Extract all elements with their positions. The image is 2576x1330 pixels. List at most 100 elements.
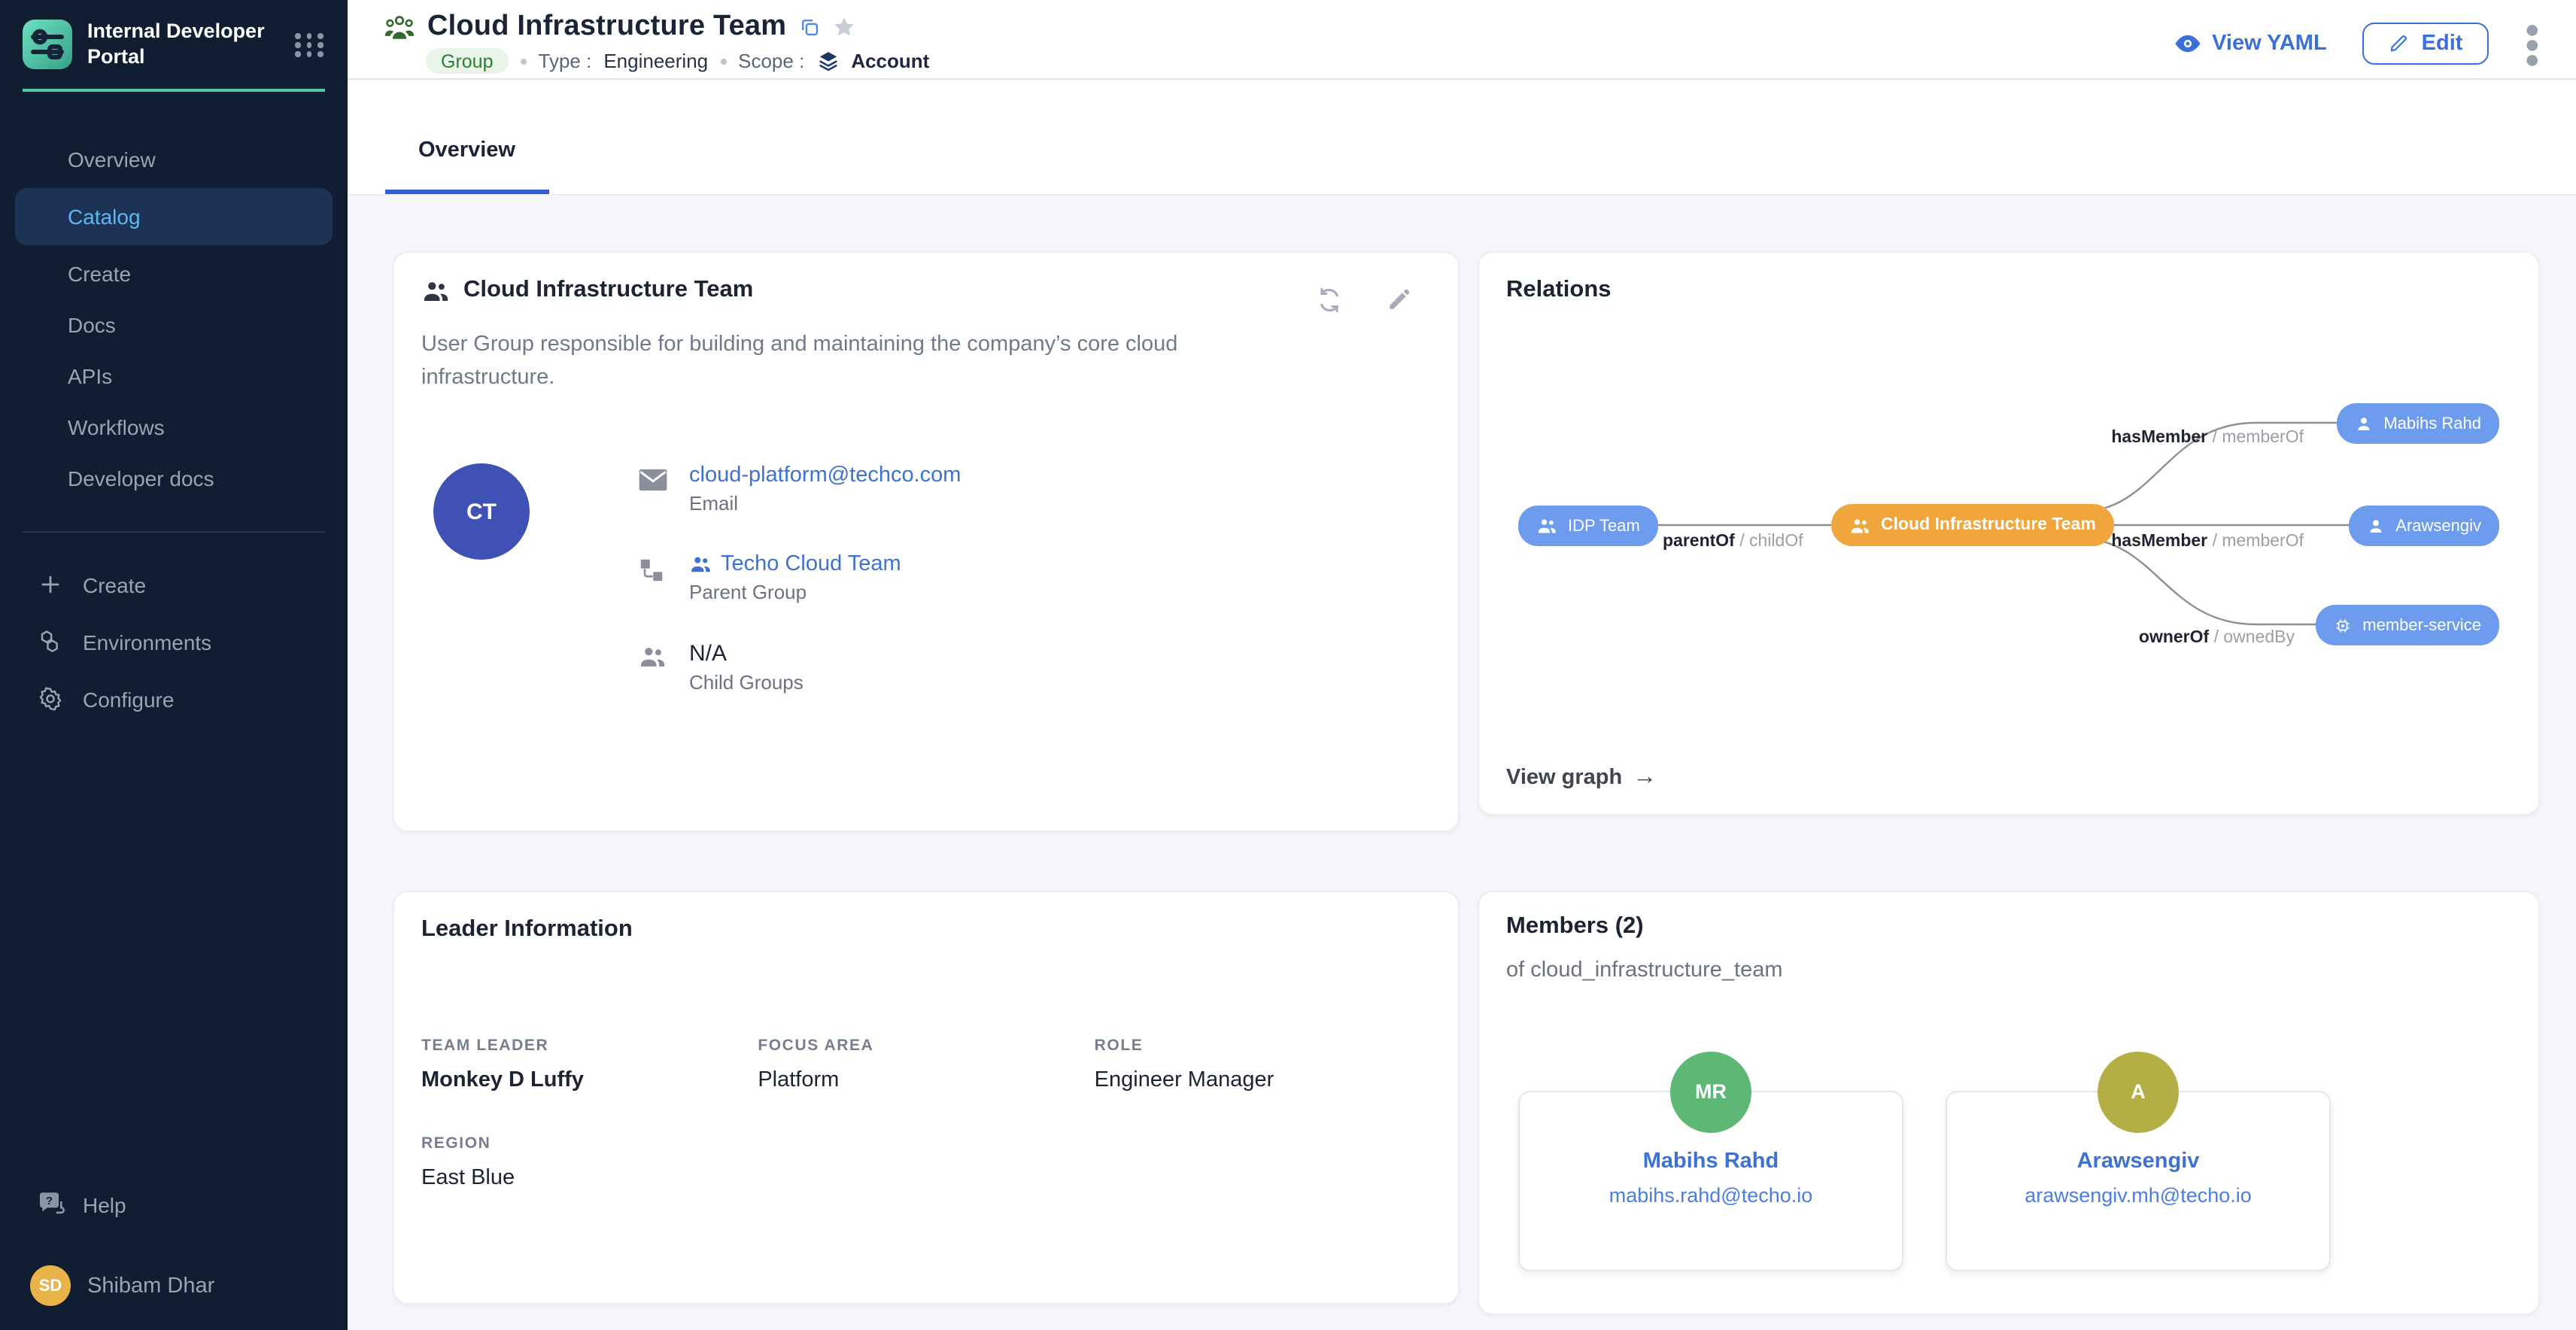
page-header: Cloud Infrastructure Team Group Type :	[348, 0, 2576, 80]
sidebar-accent-rule	[23, 89, 325, 92]
overview-description: User Group responsible for building and …	[421, 328, 1181, 394]
mail-icon	[638, 463, 668, 515]
parent-group-row: Techo Cloud Team Parent Group	[638, 552, 961, 603]
edge-label-hasmember-top: hasMember / memberOf	[2111, 429, 2304, 447]
view-graph-link[interactable]: View graph →	[1506, 766, 1657, 790]
member-name-link[interactable]: Arawsengiv	[2077, 1149, 2200, 1173]
relations-graph: IDP Team Cloud Infrastructure Team Mabih…	[1479, 253, 2540, 815]
app-title: Internal Developer Portal	[87, 20, 280, 71]
arrow-right-icon: →	[1633, 766, 1657, 790]
graph-node-cloud-infrastructure-team[interactable]: Cloud Infrastructure Team	[1831, 504, 2114, 546]
field-role: ROLE Engineer Manager	[1095, 1036, 1431, 1092]
parent-group-label: Parent Group	[689, 581, 901, 603]
graph-node-arawsengiv[interactable]: Arawsengiv	[2349, 506, 2499, 546]
people-icon	[638, 641, 668, 694]
people-icon	[421, 279, 450, 302]
view-yaml-button[interactable]: View YAML	[2174, 32, 2327, 56]
help-button[interactable]: ? Help	[0, 1190, 348, 1220]
member-name-link[interactable]: Mabihs Rahd	[1643, 1149, 1779, 1173]
field-value: Monkey D Luffy	[421, 1067, 758, 1092]
edit-button[interactable]: Edit	[2363, 23, 2489, 65]
member-avatar: A	[2098, 1051, 2179, 1132]
kebab-menu-icon[interactable]: ●●●	[2524, 20, 2540, 69]
sidebar-action-label: Configure	[83, 688, 174, 712]
field-focus-area: FOCUS AREA Platform	[758, 1036, 1094, 1092]
user-menu[interactable]: SD Shibam Dhar	[0, 1265, 348, 1306]
graph-node-label: Cloud Infrastructure Team	[1881, 516, 2096, 534]
view-graph-label: View graph	[1506, 766, 1622, 790]
sidebar-item-create[interactable]: Create	[0, 251, 348, 296]
logo-row: Internal Developer Portal	[0, 0, 348, 86]
type-value: Engineering	[603, 50, 708, 72]
field-label: ROLE	[1095, 1036, 1431, 1054]
graph-node-mabihs-rahd[interactable]: Mabihs Rahd	[2337, 403, 2499, 444]
child-groups-row: N/A Child Groups	[638, 641, 961, 694]
help-label: Help	[83, 1193, 126, 1217]
email-row: cloud-platform@techco.com Email	[638, 463, 961, 515]
plus-icon	[38, 574, 63, 597]
type-label: Type :	[539, 50, 592, 72]
sidebar-divider	[23, 531, 325, 533]
field-value: East Blue	[421, 1165, 758, 1189]
member-email-link[interactable]: arawsengiv.mh@techo.io	[2025, 1183, 2252, 1206]
edge-label-hasmember-mid: hasMember / memberOf	[2111, 533, 2304, 551]
user-name: Shibam Dhar	[87, 1274, 214, 1298]
graph-node-label: Arawsengiv	[2395, 517, 2481, 535]
member-tile[interactable]: A Arawsengiv arawsengiv.mh@techo.io	[1946, 1090, 2331, 1271]
field-region: REGION East Blue	[421, 1134, 758, 1189]
child-groups-value: N/A	[689, 641, 803, 667]
pencil-icon	[2389, 34, 2410, 55]
email-label: Email	[689, 492, 961, 515]
sidebar-item-apis[interactable]: APIs	[0, 354, 348, 399]
leader-card-title: Leader Information	[421, 916, 1431, 943]
field-value: Platform	[758, 1067, 1094, 1092]
layers-icon	[816, 50, 839, 72]
hexagons-icon	[38, 630, 63, 655]
sidebar-nav: Overview Catalog Create Docs APIs Workfl…	[0, 131, 348, 507]
header-actions: View YAML Edit ●●●	[2174, 20, 2540, 69]
graph-node-idp-team[interactable]: IDP Team	[1518, 506, 1658, 546]
graph-node-label: Mabihs Rahd	[2383, 414, 2481, 433]
sidebar-item-workflows[interactable]: Workflows	[0, 405, 348, 450]
tab-bar: Overview	[348, 80, 2576, 196]
edit-pencil-icon[interactable]	[1386, 286, 1413, 314]
field-label: FOCUS AREA	[758, 1036, 1094, 1054]
app-logo-icon	[23, 20, 72, 70]
sidebar-action-configure[interactable]: Configure	[0, 677, 348, 722]
field-value: Engineer Manager	[1095, 1067, 1431, 1092]
sidebar-item-developer-docs[interactable]: Developer docs	[0, 456, 348, 501]
eye-icon	[2174, 34, 2201, 55]
member-email-link[interactable]: mabihs.rahd@techo.io	[1609, 1183, 1813, 1206]
sidebar-item-docs[interactable]: Docs	[0, 302, 348, 348]
svg-text:?: ?	[46, 1195, 53, 1207]
gear-icon	[38, 687, 63, 712]
sidebar-item-overview[interactable]: Overview	[0, 137, 348, 182]
favorite-star-icon[interactable]	[831, 15, 855, 39]
parent-group-link[interactable]: Techo Cloud Team	[721, 552, 901, 576]
sidebar-action-environments[interactable]: Environments	[0, 620, 348, 665]
entity-avatar: CT	[433, 463, 530, 560]
hierarchy-icon	[638, 552, 668, 603]
sidebar-item-catalog[interactable]: Catalog	[15, 188, 333, 245]
copy-icon[interactable]	[798, 17, 819, 38]
leader-info-card: Leader Information TEAM LEADER Monkey D …	[393, 890, 1460, 1304]
field-label: TEAM LEADER	[421, 1036, 758, 1054]
graph-node-member-service[interactable]: member-service	[2316, 605, 2499, 645]
tab-overview[interactable]: Overview	[385, 110, 548, 194]
scope-label: Scope :	[738, 50, 804, 72]
edit-label: Edit	[2422, 32, 2463, 56]
group-entity-icon	[384, 14, 415, 41]
member-tile[interactable]: MR Mabihs Rahd mabihs.rahd@techo.io	[1518, 1090, 1903, 1271]
graph-node-label: IDP Team	[1568, 517, 1640, 535]
apps-grid-icon[interactable]	[295, 33, 325, 56]
edge-label-ownerof: ownerOf / ownedBy	[2139, 629, 2295, 647]
child-groups-label: Child Groups	[689, 671, 803, 694]
email-link[interactable]: cloud-platform@techco.com	[689, 463, 961, 487]
sidebar-action-create[interactable]: Create	[0, 563, 348, 608]
members-card: Members (2) of cloud_infrastructure_team…	[1478, 890, 2540, 1314]
overview-card: Cloud Infrastructure Team	[393, 251, 1460, 832]
members-subtitle: of cloud_infrastructure_team	[1506, 958, 2511, 982]
sync-icon[interactable]	[1315, 286, 1344, 314]
header-left: Cloud Infrastructure Team Group Type :	[384, 11, 929, 74]
help-chat-icon: ?	[36, 1190, 66, 1220]
